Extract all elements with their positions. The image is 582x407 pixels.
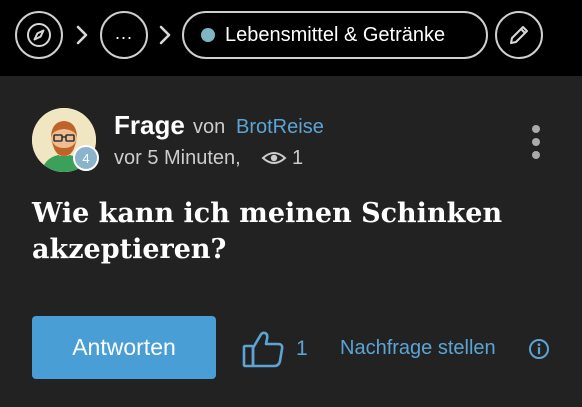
like-count: 1 xyxy=(296,337,308,360)
author-link[interactable]: BrotReise xyxy=(236,116,324,139)
explore-button[interactable] xyxy=(15,11,63,59)
eye-icon xyxy=(261,152,287,164)
thumbs-up-icon[interactable] xyxy=(242,330,286,368)
category-breadcrumb[interactable]: Lebensmittel & Getränke xyxy=(182,11,488,59)
more-label: ... xyxy=(114,22,133,43)
pencil-icon xyxy=(510,26,528,44)
more-breadcrumbs-button[interactable]: ... xyxy=(100,11,148,59)
followup-link[interactable]: Nachfrage stellen xyxy=(340,337,496,360)
edit-button[interactable] xyxy=(495,11,543,59)
by-label: von xyxy=(193,116,226,138)
breadcrumb-bar: ... Lebensmittel & Getränke xyxy=(0,0,582,76)
view-count: 1 xyxy=(292,147,304,169)
category-dot xyxy=(201,28,215,42)
post-time: vor 5 Minuten, xyxy=(114,147,241,169)
info-icon[interactable] xyxy=(528,338,550,360)
post-type-label: Frage xyxy=(114,110,185,140)
level-value: 4 xyxy=(82,151,89,166)
chevron-right-icon xyxy=(159,25,171,45)
level-badge: 4 xyxy=(73,145,99,171)
compass-icon xyxy=(27,23,51,47)
question-title: Wie kann ich meinen Schinken akzeptieren… xyxy=(32,198,503,265)
chevron-right-icon xyxy=(76,25,88,45)
category-label: Lebensmittel & Getränke xyxy=(225,23,446,46)
answer-button[interactable]: Antworten xyxy=(32,316,216,379)
kebab-menu-icon[interactable] xyxy=(526,124,546,164)
